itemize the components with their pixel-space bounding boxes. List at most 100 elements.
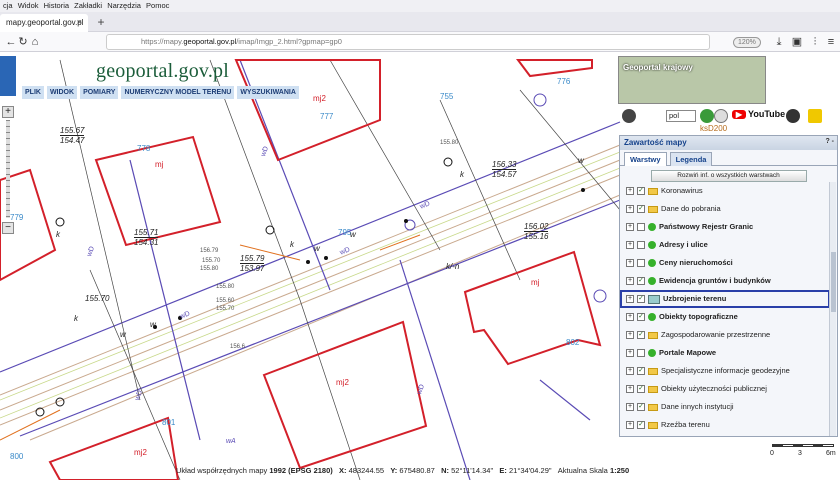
point-label: k [74,314,78,323]
new-tab-icon[interactable]: + [94,15,108,29]
layer-row[interactable]: + Państwowy Rejestr Granic [620,218,830,236]
n-value: 52°11'14.34" [451,466,494,475]
zoom-out-button[interactable]: − [2,222,14,234]
expand-layer-icon[interactable]: + [626,205,634,214]
accessibility-icon[interactable] [0,56,16,96]
status-bar: Układ współrzędnych mapy 1992 (EPSG 2180… [0,462,840,480]
e-value: 21°34'04.29" [508,466,552,475]
layer-checkbox[interactable] [637,349,645,358]
eye-icon[interactable] [808,109,822,123]
layer-checkbox[interactable]: ✓ [637,277,645,286]
hydrants [35,157,453,417]
tab-close-icon[interactable]: × [77,17,82,27]
expand-layer-icon[interactable]: + [626,349,634,358]
zoom-slider[interactable]: + − [2,106,14,234]
scroll-thumb[interactable] [831,252,836,312]
menu-nmt[interactable]: NUMERYCZNY MODEL TERENU [121,86,235,99]
layer-checkbox[interactable] [637,223,645,232]
zoom-in-button[interactable]: + [2,106,14,118]
share-icon[interactable] [786,109,800,123]
globe-icon[interactable] [700,109,714,123]
point-label: k [460,170,464,179]
library-icon[interactable]: ⫶ [808,34,822,50]
expand-layer-icon[interactable]: + [626,241,634,250]
expand-layer-icon[interactable]: + [626,403,634,412]
layer-row[interactable]: + Adresy i ulice [620,236,830,254]
layer-row[interactable]: + ✓ Rzeźba terenu [620,416,830,434]
layer-row[interactable]: + ✓ Zagospodarowanie przestrzenne [620,326,830,344]
layer-checkbox[interactable]: ✓ [637,331,645,340]
menu-item-help[interactable]: Pomoc [146,0,169,12]
expand-layer-icon[interactable]: + [626,259,634,268]
browser-tab[interactable]: mapy.geoportal.gov.pl × [0,14,88,32]
layer-row[interactable]: + Ceny nieruchomości [620,254,830,272]
menu-pomiary[interactable]: POMIARY [80,86,119,99]
expand-layer-icon[interactable]: + [626,367,634,376]
layer-row[interactable]: + Portale Mapowe [620,344,830,362]
expand-layer-icon[interactable]: + [626,331,634,340]
layer-row[interactable]: + ✓ Koronawirus [620,182,830,200]
expand-layer-icon[interactable]: + [626,421,634,430]
layer-row[interactable]: + ✓ Uzbrojenie terenu [620,290,830,308]
layer-label: Dane do pobrania [661,204,721,213]
minimap[interactable]: Geoportal krajowy [618,56,766,104]
layer-list-scrollbar[interactable] [829,182,836,436]
menu-item-history[interactable]: Historia [44,0,69,12]
layer-row[interactable]: + ✓ Ewidencja gruntów i budynków [620,272,830,290]
layer-row[interactable]: +✓Monitoring pozyskiwania danych [620,434,830,436]
layer-row[interactable]: + ✓ Obiekty użyteczności publicznej [620,380,830,398]
panel-header-buttons[interactable]: ? - [825,138,834,145]
language-select[interactable]: pol [666,110,696,122]
youtube-link[interactable]: ▶ YouTube [732,109,785,119]
menu-item-tools[interactable]: Narzędzia [107,0,141,12]
layer-checkbox[interactable]: ✓ [637,421,645,430]
menu-plik[interactable]: PLIK [22,86,44,99]
layer-checkbox[interactable]: ✓ [637,385,645,394]
expand-all-button[interactable]: Rozwiń inf. o wszystkich warstwach [650,170,807,182]
zoom-track[interactable] [6,120,10,218]
layer-checkbox[interactable] [637,241,645,250]
person-icon[interactable] [622,109,636,123]
expand-layer-icon[interactable]: + [626,277,634,286]
tab-warstwy[interactable]: Warstwy [624,152,667,166]
extensions-icon[interactable]: ▣ [790,34,804,50]
geoportal-logo[interactable]: geoportal.gov.pl [96,60,229,83]
downloads-icon[interactable]: ⤓ [772,34,786,50]
layer-row[interactable]: + ✓ Dane innych instytucji [620,398,830,416]
zoom-level-badge[interactable]: 120% [733,37,761,48]
menu-item-bookmarks[interactable]: Zakładki [74,0,102,12]
expand-layer-icon[interactable]: + [626,187,634,196]
expand-layer-icon[interactable]: + [626,223,634,232]
main-menu: PLIK WIDOK POMIARY NUMERYCZNY MODEL TERE… [22,86,299,99]
layer-checkbox[interactable]: ✓ [637,403,645,412]
scale-value: 1:250 [609,466,630,475]
status-dot-icon [648,241,656,250]
menu-widok[interactable]: WIDOK [46,86,78,99]
folder-icon [648,331,658,339]
y-value: 675480.87 [399,466,435,475]
layer-checkbox[interactable]: ✓ [637,367,645,376]
layer-row[interactable]: + ✓ Dane do pobrania [620,200,830,218]
layer-checkbox[interactable]: ✓ [637,205,645,214]
expand-layer-icon[interactable]: + [626,313,634,322]
layer-checkbox[interactable]: ✓ [637,295,645,304]
layer-row[interactable]: + ✓ Obiekty topograficzne [620,308,830,326]
tab-legenda[interactable]: Legenda [669,152,713,166]
menu-icon[interactable]: ≡ [824,34,838,50]
expand-layer-icon[interactable]: + [626,295,634,304]
home-icon[interactable]: ⌂ [28,34,42,50]
address-bar[interactable]: https://mapy.geoportal.gov.pl/imap/Imgp_… [106,34,761,50]
layer-checkbox[interactable]: ✓ [637,187,645,196]
settings-icon[interactable] [714,109,728,123]
layer-row[interactable]: + ✓ Specjalistyczne informacje geodezyjne [620,362,830,380]
menu-wyszukiwania[interactable]: WYSZUKIWANIA [237,86,299,99]
folder-icon [648,403,658,411]
menu-item-edit[interactable]: cja [3,0,13,12]
layer-checkbox[interactable]: ✓ [637,313,645,322]
parcel-lines [59,59,621,480]
point-label: k [56,230,60,239]
expand-layer-icon[interactable]: + [626,385,634,394]
layer-checkbox[interactable] [637,259,645,268]
parcel-number: 778 [137,144,151,153]
menu-item-view[interactable]: Widok [18,0,39,12]
